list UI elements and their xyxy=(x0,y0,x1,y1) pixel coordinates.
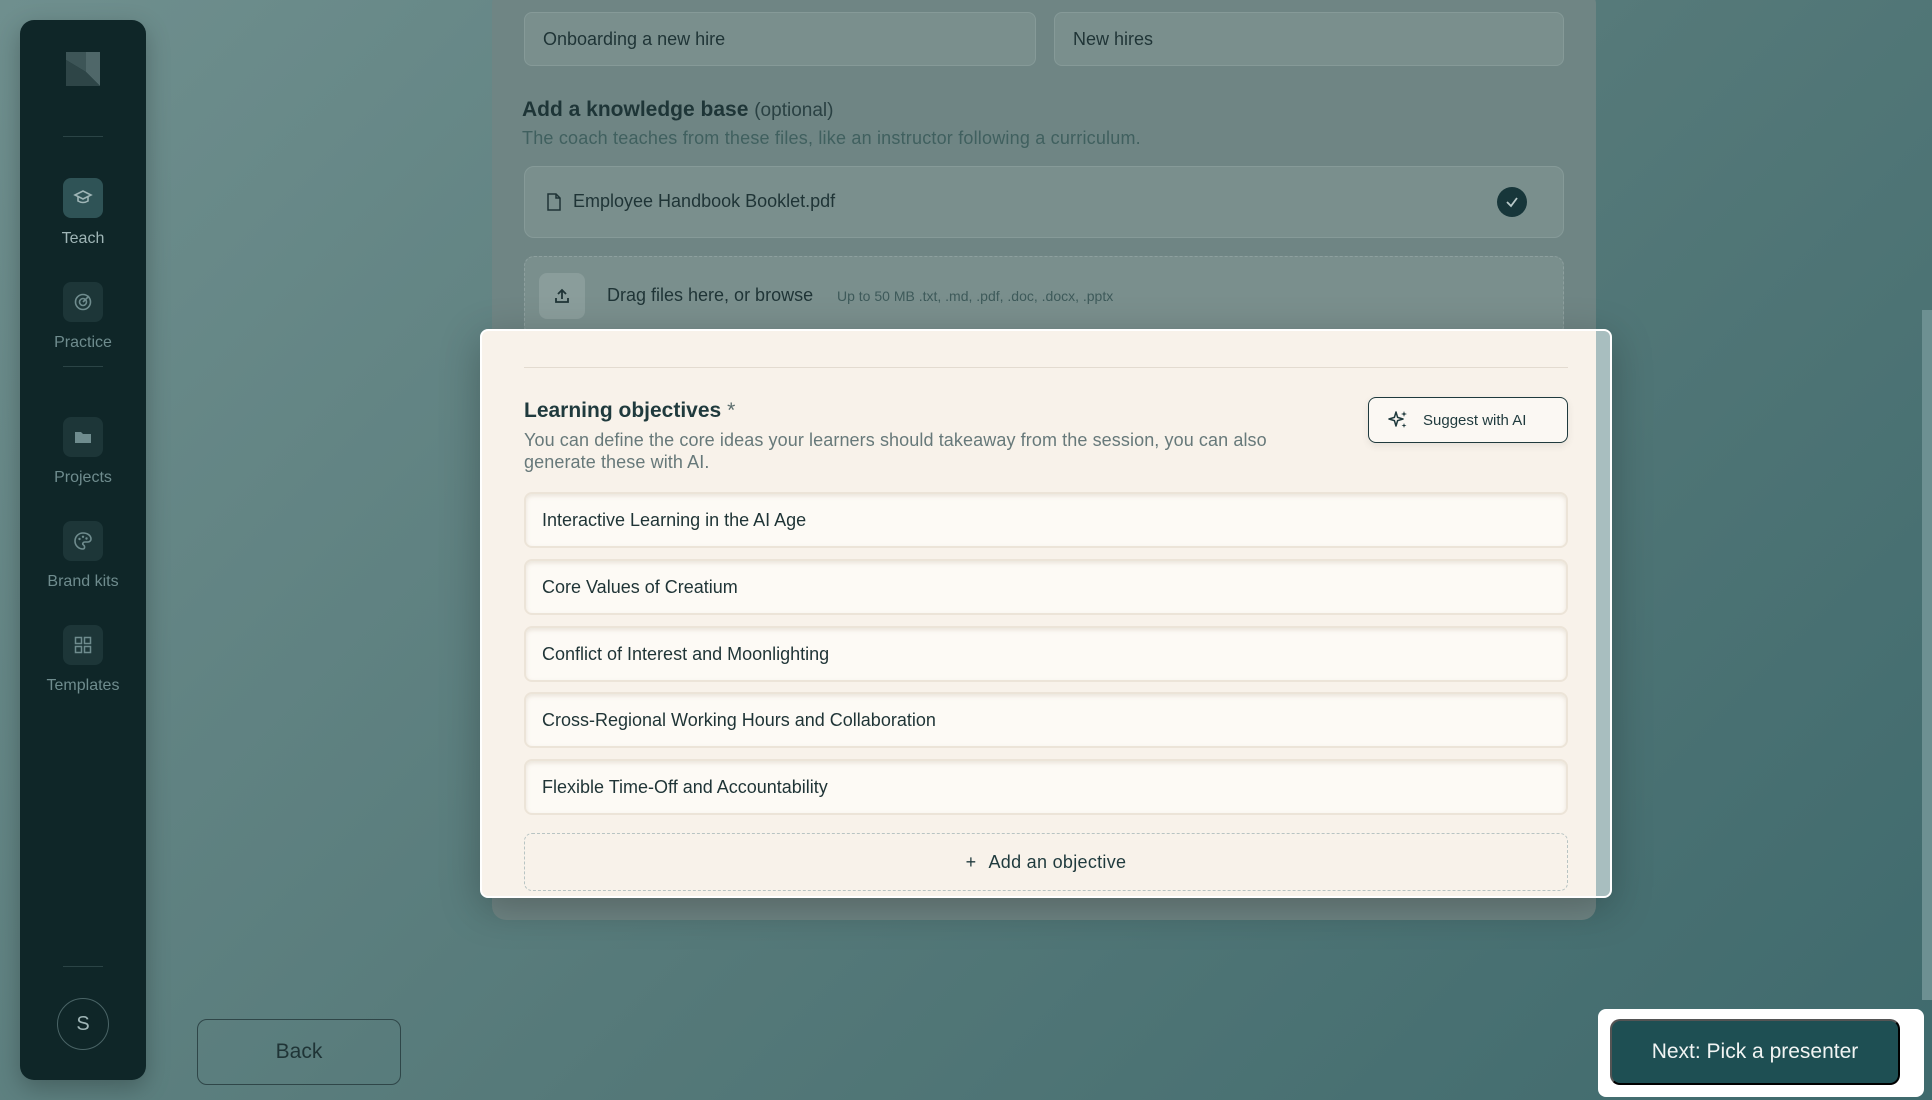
graduation-cap-icon xyxy=(63,178,103,218)
upload-icon xyxy=(539,273,585,319)
back-button[interactable]: Back xyxy=(197,1019,401,1085)
sparkle-icon xyxy=(1388,411,1407,428)
next-button-highlight: Next: Pick a presenter xyxy=(1598,1009,1924,1097)
sidebar-divider xyxy=(63,136,103,137)
dropzone-text[interactable]: Drag files here, or browse xyxy=(607,285,813,306)
avatar[interactable]: S xyxy=(57,998,109,1050)
dropzone-hint: Up to 50 MB .txt, .md, .pdf, .doc, .docx… xyxy=(837,288,1114,304)
topic-input[interactable]: Onboarding a new hire xyxy=(524,12,1036,66)
objective-input[interactable]: Cross-Regional Working Hours and Collabo… xyxy=(524,692,1568,748)
add-objective-label: Add an objective xyxy=(988,851,1127,872)
learning-objectives-description: You can define the core ideas your learn… xyxy=(524,430,1267,472)
sidebar-item-teach[interactable]: Teach xyxy=(20,178,146,248)
sidebar-divider xyxy=(63,366,103,367)
next-pick-presenter-button[interactable]: Next: Pick a presenter xyxy=(1610,1019,1900,1085)
optional-label: (optional) xyxy=(754,100,834,121)
sidebar-item-label: Practice xyxy=(54,334,112,351)
grid-icon xyxy=(63,625,103,665)
file-icon xyxy=(547,193,561,211)
panel-scrollbar[interactable] xyxy=(1596,331,1610,896)
sidebar-item-label: Templates xyxy=(46,677,120,694)
page-scrollbar[interactable] xyxy=(1922,310,1932,1000)
sidebar-divider xyxy=(63,966,103,967)
sidebar-item-brand-kits[interactable]: Brand kits xyxy=(20,521,146,591)
knowledge-base-subtitle: The coach teaches from these files, like… xyxy=(522,128,1141,148)
sidebar-item-label: Teach xyxy=(61,230,105,247)
objective-input[interactable]: Interactive Learning in the AI Age xyxy=(524,492,1568,548)
add-objective-button[interactable]: + Add an objective xyxy=(524,833,1568,891)
learning-objectives-title-text: Learning objectives xyxy=(524,399,722,422)
objective-input[interactable]: Core Values of Creatium xyxy=(524,559,1568,615)
learning-objectives-title: Learning objectives * xyxy=(524,399,735,423)
plus-icon: + xyxy=(965,851,977,872)
target-icon xyxy=(63,282,103,322)
sidebar-item-projects[interactable]: Projects xyxy=(20,417,146,487)
sidebar: Teach Practice Projects Brand kits Templ… xyxy=(20,20,146,1080)
knowledge-base-title: Add a knowledge base (optional) xyxy=(522,98,833,122)
objective-input[interactable]: Conflict of Interest and Moonlighting xyxy=(524,626,1568,682)
sidebar-item-practice[interactable]: Practice xyxy=(20,282,146,352)
section-divider xyxy=(524,367,1568,368)
knowledge-base-title-text: Add a knowledge base xyxy=(522,98,749,121)
folder-icon xyxy=(63,417,103,457)
objective-input[interactable]: Flexible Time-Off and Accountability xyxy=(524,759,1568,815)
file-dropzone[interactable]: Drag files here, or browse Up to 50 MB .… xyxy=(524,256,1564,336)
suggest-with-ai-button[interactable]: Suggest with AI xyxy=(1368,397,1568,443)
uploaded-file-row[interactable]: Employee Handbook Booklet.pdf xyxy=(524,166,1564,238)
sidebar-item-label: Projects xyxy=(54,469,112,486)
file-name: Employee Handbook Booklet.pdf xyxy=(573,191,836,211)
sidebar-item-templates[interactable]: Templates xyxy=(20,625,146,695)
palette-icon xyxy=(63,521,103,561)
sidebar-item-label: Brand kits xyxy=(47,573,119,590)
audience-input[interactable]: New hires xyxy=(1054,12,1564,66)
required-mark: * xyxy=(727,399,736,422)
suggest-with-ai-label: Suggest with AI xyxy=(1423,411,1527,429)
app-logo[interactable] xyxy=(64,50,102,88)
learning-objectives-panel: Learning objectives * You can define the… xyxy=(480,329,1612,898)
check-icon xyxy=(1497,187,1527,217)
